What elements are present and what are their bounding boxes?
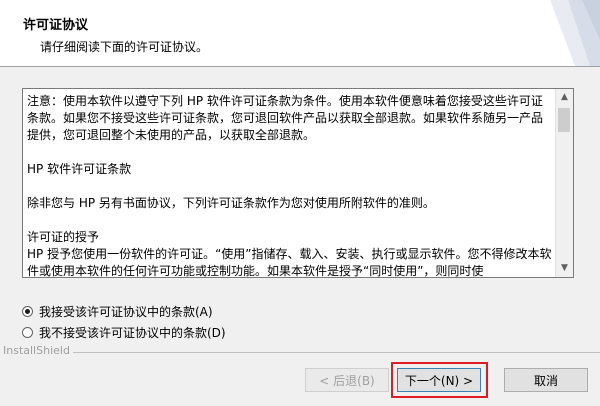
- scroll-down-icon[interactable]: ▼: [556, 260, 573, 277]
- license-paragraph: 除非您与 HP 另有书面协议，下列许可证条款作为您对使用所附软件的准则。: [27, 196, 435, 210]
- scroll-up-icon[interactable]: ▲: [556, 89, 573, 106]
- highlight-box: [391, 362, 488, 398]
- header-decoration-icon: [520, 0, 600, 66]
- decline-radio[interactable]: [22, 327, 33, 338]
- footer-divider: [40, 352, 600, 353]
- license-paragraph: HP 软件许可证条款: [27, 162, 132, 176]
- accept-label: 我接受该许可证协议中的条款(A): [39, 305, 213, 319]
- license-paragraph: 注意：使用本软件以遵守下列 HP 软件许可证条款为条件。使用本软件便意味着您接受…: [27, 94, 544, 142]
- header-panel: 许可证协议 请仔细阅读下面的许可证协议。: [0, 0, 600, 67]
- scroll-thumb[interactable]: [558, 108, 570, 132]
- license-text-box[interactable]: 注意：使用本软件以遵守下列 HP 软件许可证条款为条件。使用本软件便意味着您接受…: [22, 88, 574, 278]
- accept-option[interactable]: 我接受该许可证协议中的条款(A): [22, 303, 213, 320]
- decline-option[interactable]: 我不接受该许可证协议中的条款(D): [22, 324, 226, 341]
- page-title: 许可证协议: [23, 18, 89, 33]
- brand-label: InstallShield: [3, 344, 73, 357]
- license-paragraph: HP 授予您使用一份软件的许可证。“使用”指储存、载入、安装、执行或显示软件。您…: [27, 247, 552, 278]
- accept-radio[interactable]: [22, 306, 33, 317]
- license-paragraph: 许可证的授予: [27, 230, 100, 244]
- vertical-scrollbar[interactable]: ▲ ▼: [555, 89, 573, 277]
- decline-label: 我不接受该许可证协议中的条款(D): [39, 326, 226, 340]
- cancel-button[interactable]: 取消: [504, 368, 588, 392]
- back-button[interactable]: < 后退(B): [305, 368, 389, 392]
- page-subtitle: 请仔细阅读下面的许可证协议。: [40, 40, 209, 54]
- license-text: 注意：使用本软件以遵守下列 HP 软件许可证条款为条件。使用本软件便意味着您接受…: [27, 93, 553, 278]
